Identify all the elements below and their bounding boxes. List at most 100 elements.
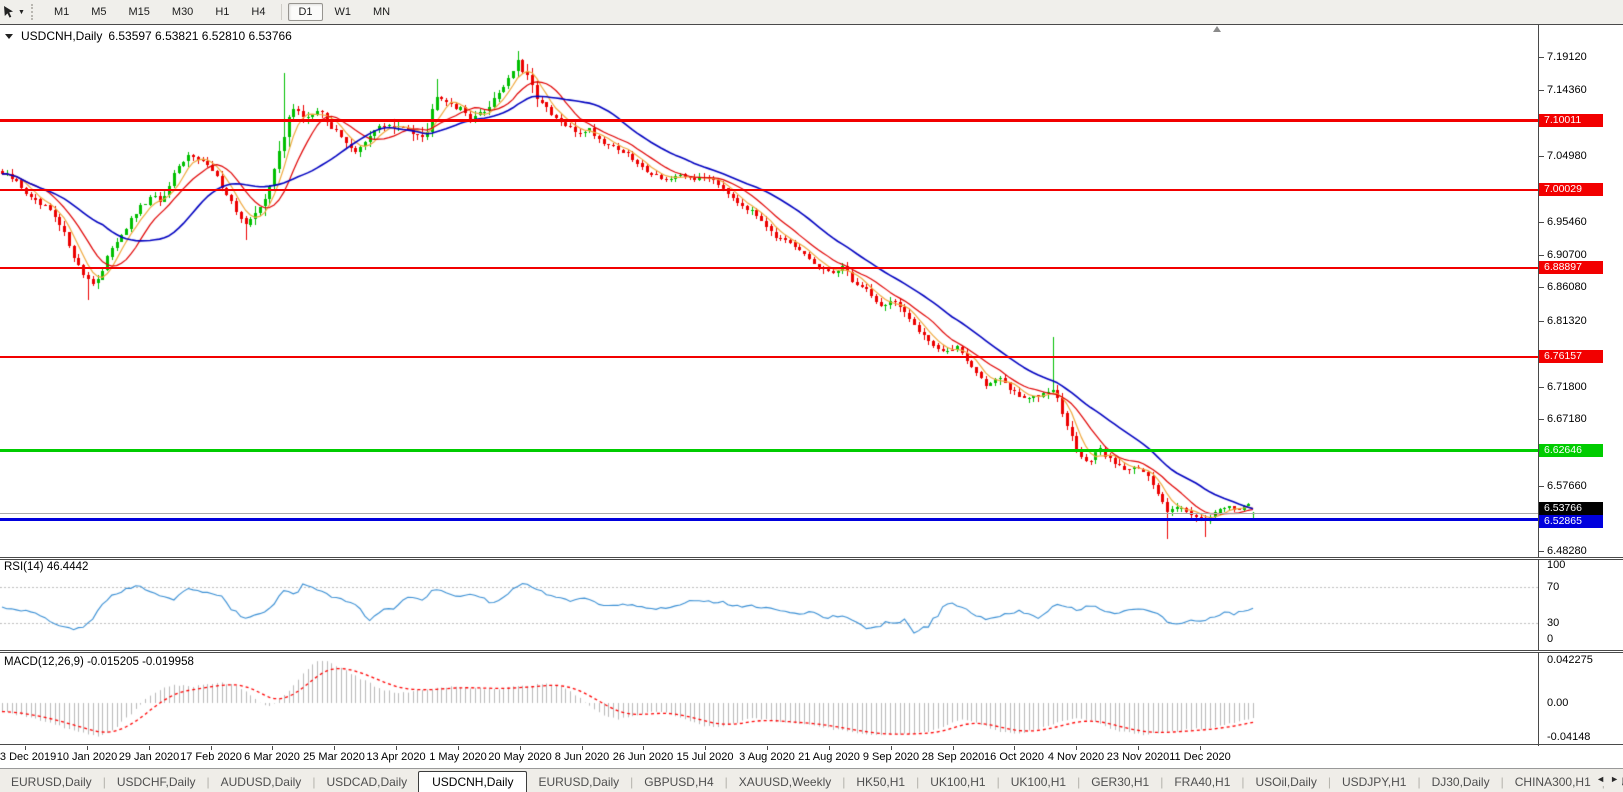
chart-tab-ger30-h1[interactable]: GER30,H1 <box>1080 772 1160 792</box>
date-axis-label: 20 May 2020 <box>488 751 552 763</box>
timeframe-button-m15[interactable]: M15 <box>119 3 160 21</box>
chart-tab-uk100-h1[interactable]: UK100,H1 <box>1000 772 1077 792</box>
chart-tab-usdchf-daily[interactable]: USDCHF,Daily <box>106 772 207 792</box>
timeframe-button-mn[interactable]: MN <box>363 3 400 21</box>
chart-tab-dj30-daily[interactable]: DJ30,Daily <box>1421 772 1501 792</box>
chart-tab-eurusd-daily[interactable]: EURUSD,Daily <box>0 772 103 792</box>
chart-tab-eurusd-daily[interactable]: EURUSD,Daily <box>527 772 630 792</box>
date-axis-label: 17 Feb 2020 <box>180 751 242 763</box>
chart-tab-usdjpy-h1[interactable]: USDJPY,H1 <box>1331 772 1417 792</box>
date-axis-tick <box>520 746 521 750</box>
timeframe-button-w1[interactable]: W1 <box>325 3 362 21</box>
price-axis-label: 6.81320 <box>1547 315 1587 327</box>
timeframe-button-h4[interactable]: H4 <box>241 3 275 21</box>
price-axis-tick <box>1539 156 1544 157</box>
chart-tab-usoil-daily[interactable]: USOil,Daily <box>1245 772 1328 792</box>
chevron-down-icon[interactable]: ▼ <box>18 9 25 16</box>
price-chart-canvas[interactable] <box>0 24 1538 557</box>
price-tag: 6.53766 <box>1539 502 1603 515</box>
rsi-scale-label: 100 <box>1547 559 1566 571</box>
price-axis-label: 6.48280 <box>1547 545 1587 557</box>
horizontal-level-line[interactable] <box>0 189 1538 191</box>
chart-tab-gbpusd-h4[interactable]: GBPUSD,H4 <box>633 772 724 792</box>
price-tag: 6.88897 <box>1539 261 1603 274</box>
date-axis-tick <box>829 746 830 750</box>
chart-tab-usdcad-daily[interactable]: USDCAD,Daily <box>315 772 418 792</box>
date-axis-label: 16 Oct 2020 <box>984 751 1044 763</box>
date-axis-tick <box>891 746 892 750</box>
price-axis-label: 7.19120 <box>1547 51 1587 63</box>
date-axis-tick <box>1200 746 1201 750</box>
toolbar-separator <box>281 4 283 20</box>
chart-shift-marker[interactable] <box>1213 26 1221 32</box>
timeframe-button-m5[interactable]: M5 <box>81 3 116 21</box>
date-axis-label: 11 Dec 2020 <box>1169 751 1231 763</box>
date-axis-tick <box>211 746 212 750</box>
timeframe-button-m1[interactable]: M1 <box>44 3 79 21</box>
chart-ohlc-values: 6.53597 6.53821 6.52810 6.53766 <box>108 29 292 43</box>
date-axis-tick <box>1014 746 1015 750</box>
chart-tab-hk50-h1[interactable]: HK50,H1 <box>845 772 916 792</box>
rsi-scale-label: 70 <box>1547 581 1560 593</box>
price-tag: 6.76157 <box>1539 350 1603 363</box>
chart-tab-china300-h1[interactable]: CHINA300,H1 <box>1504 772 1602 792</box>
chart-menu-arrow-icon[interactable] <box>5 33 13 39</box>
date-axis-label: 4 Nov 2020 <box>1047 751 1105 763</box>
timeframe-button-d1[interactable]: D1 <box>288 3 323 21</box>
price-tag: 7.00029 <box>1539 183 1603 196</box>
chart-title: USDCNH,Daily 6.53597 6.53821 6.52810 6.5… <box>5 29 292 43</box>
date-axis-tick <box>87 746 88 750</box>
tab-scroll-left-icon[interactable]: ◄ <box>1596 774 1605 784</box>
rsi-scale-label: 0 <box>1547 633 1554 645</box>
chart-tab-fra40-h1[interactable]: FRA40,H1 <box>1163 772 1241 792</box>
date-axis-tick <box>25 746 26 750</box>
date-axis-label: 10 Jan 2020 <box>56 751 118 763</box>
chart-tab-usdcnh-daily[interactable]: USDCNH,Daily <box>418 771 528 792</box>
chart-tab-bar: EURUSD,Daily | USDCHF,Daily | AUDUSD,Daily | U… <box>0 768 1623 792</box>
price-axis-tick <box>1539 222 1544 223</box>
price-axis-label: 6.86080 <box>1547 281 1587 293</box>
horizontal-level-line[interactable] <box>0 518 1538 521</box>
toolbar-grip[interactable] <box>30 4 37 20</box>
timeframe-button-m30[interactable]: M30 <box>162 3 203 21</box>
tab-scroll-arrows: ◄ ► <box>1593 772 1622 786</box>
price-axis-label: 6.90700 <box>1547 249 1587 261</box>
cursor-tool-icon[interactable] <box>2 5 16 19</box>
macd-indicator-canvas[interactable] <box>0 653 1538 744</box>
macd-scale-label: 0.042275 <box>1547 654 1593 666</box>
date-axis-label: 28 Sep 2020 <box>921 751 985 763</box>
chart-window-bottom-border <box>0 744 1623 745</box>
timeframe-group-minutes: M1 M5 M15 M30 H1 H4 <box>43 3 277 21</box>
chart-symbol-label: USDCNH,Daily <box>21 29 103 43</box>
horizontal-level-line[interactable] <box>0 119 1538 122</box>
rsi-scale-label: 30 <box>1547 617 1560 629</box>
price-axis-label: 7.14360 <box>1547 84 1587 96</box>
chart-tab-xauusd-weekly[interactable]: XAUUSD,Weekly <box>728 772 842 792</box>
date-axis-label: 21 Aug 2020 <box>798 751 860 763</box>
horizontal-level-line[interactable] <box>0 356 1538 358</box>
tab-scroll-right-icon[interactable]: ► <box>1610 774 1619 784</box>
chart-tab-audusd-daily[interactable]: AUDUSD,Daily <box>210 772 313 792</box>
date-axis-tick <box>705 746 706 750</box>
price-axis-tick <box>1539 419 1544 420</box>
price-axis-label: 6.57660 <box>1547 480 1587 492</box>
price-tag: 6.52865 <box>1539 515 1603 528</box>
date-axis-tick <box>1076 746 1077 750</box>
price-axis-tick <box>1539 387 1544 388</box>
date-axis-tick <box>767 746 768 750</box>
date-axis-label: 1 May 2020 <box>429 751 487 763</box>
date-axis-label: 3 Aug 2020 <box>739 751 795 763</box>
price-axis-label: 6.95460 <box>1547 216 1587 228</box>
mt4-window: ▼ M1 M5 M15 M30 H1 H4 D1 W1 MN USDCNH,Daily 6.5… <box>0 0 1623 792</box>
horizontal-level-line[interactable] <box>0 267 1538 269</box>
date-axis: 23 Dec 2019 10 Jan 2020 29 Jan 2020 17 Feb … <box>0 746 1623 768</box>
rsi-indicator-canvas[interactable] <box>0 560 1538 650</box>
price-axis-separator <box>1538 24 1539 746</box>
date-axis-tick <box>458 746 459 750</box>
horizontal-level-line[interactable] <box>0 449 1538 452</box>
date-axis-tick <box>149 746 150 750</box>
timeframe-group-higher: D1 W1 MN <box>287 3 401 21</box>
timeframe-button-h1[interactable]: H1 <box>205 3 239 21</box>
date-axis-label: 8 Jun 2020 <box>554 751 610 763</box>
chart-tab-uk100-h1[interactable]: UK100,H1 <box>919 772 996 792</box>
